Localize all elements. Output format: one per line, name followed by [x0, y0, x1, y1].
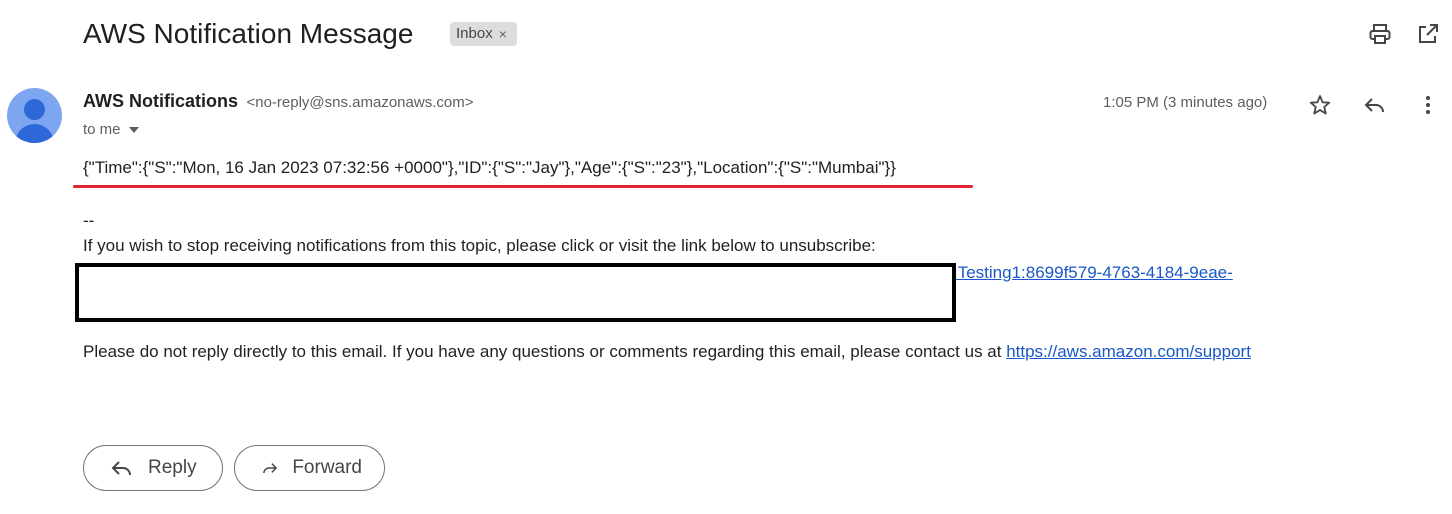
redaction-box	[75, 263, 956, 322]
reply-icon[interactable]	[1361, 91, 1389, 119]
unsubscribe-text: If you wish to stop receiving notificati…	[83, 236, 876, 255]
forward-button-label: Forward	[292, 457, 362, 478]
forward-button[interactable]: Forward	[234, 445, 385, 491]
show-details-caret-icon[interactable]	[128, 126, 139, 133]
sender-name[interactable]: AWS Notifications	[83, 91, 238, 111]
open-in-new-window-icon[interactable]	[1414, 20, 1442, 48]
remove-label-icon[interactable]: ×	[499, 22, 507, 46]
reply-button[interactable]: Reply	[83, 445, 223, 491]
contact-line: Please do not reply directly to this ema…	[83, 342, 1251, 362]
json-message: {"Time":{"S":"Mon, 16 Jan 2023 07:32:56 …	[83, 158, 896, 177]
signature-separator: --	[83, 211, 95, 230]
more-vert-icon[interactable]	[1414, 91, 1442, 119]
star-icon[interactable]	[1306, 91, 1334, 119]
label-name: Inbox	[456, 25, 493, 42]
support-link[interactable]: https://aws.amazon.com/support	[1006, 342, 1251, 361]
email-timestamp: 1:05 PM (3 minutes ago)	[1103, 94, 1268, 111]
sender-avatar[interactable]	[7, 88, 62, 143]
inbox-label-chip[interactable]: Inbox ×	[450, 22, 517, 46]
recipient-text: to me	[83, 121, 121, 138]
unsubscribe-link[interactable]: :Testing1:8699f579-4763-4184-9eae-	[953, 263, 1233, 283]
highlight-underline	[73, 185, 973, 188]
print-icon[interactable]	[1366, 20, 1394, 48]
reply-icon	[111, 461, 131, 476]
forward-icon	[263, 463, 278, 474]
reply-button-label: Reply	[148, 457, 197, 478]
email-subject: AWS Notification Message	[83, 18, 414, 49]
recipient-line: to me	[83, 121, 139, 138]
contact-text: Please do not reply directly to this ema…	[83, 342, 1007, 361]
sender-email: <no-reply@sns.amazonaws.com>	[246, 94, 474, 111]
sender-line: AWS Notifications <no-reply@sns.amazonaw…	[83, 91, 473, 112]
